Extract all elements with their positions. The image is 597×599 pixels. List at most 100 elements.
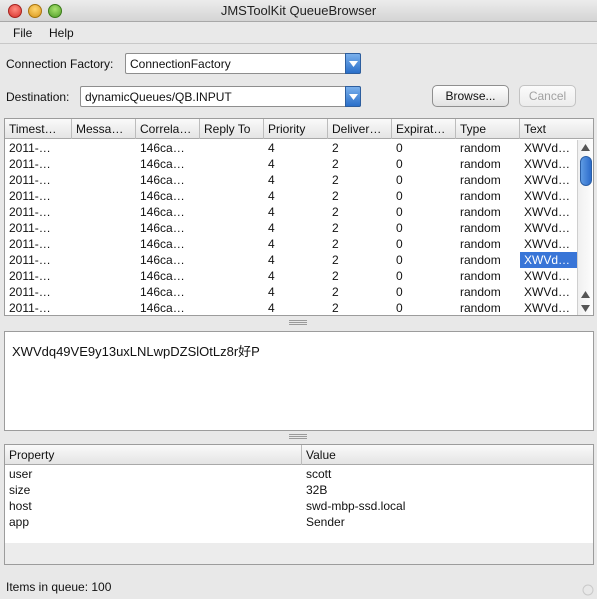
- table-row[interactable]: 2011-… 146ca… 4 2 0 random XWVd…: [5, 268, 577, 284]
- cell-text[interactable]: XWVd…: [520, 236, 577, 252]
- cell-message-id[interactable]: [72, 236, 136, 252]
- cell-type[interactable]: random: [456, 268, 520, 284]
- column-header-expiration[interactable]: Expirat…: [392, 119, 456, 139]
- cell-timestamp[interactable]: 2011-…: [5, 284, 72, 300]
- cell-timestamp[interactable]: 2011-…: [5, 156, 72, 172]
- cell-priority[interactable]: 4: [264, 188, 328, 204]
- column-header-correlation[interactable]: Correla…: [136, 119, 200, 139]
- property-row[interactable]: user scott: [5, 466, 593, 482]
- column-header-type[interactable]: Type: [456, 119, 520, 139]
- cell-priority[interactable]: 4: [264, 140, 328, 156]
- resize-grip-icon[interactable]: [582, 584, 594, 596]
- browse-button[interactable]: Browse...: [432, 85, 509, 107]
- cell-expiration[interactable]: 0: [392, 236, 456, 252]
- cell-correlation[interactable]: 146ca…: [136, 284, 200, 300]
- cell-priority[interactable]: 4: [264, 220, 328, 236]
- cell-delivery[interactable]: 2: [328, 300, 392, 315]
- cell-text[interactable]: XWVd…: [520, 204, 577, 220]
- cell-timestamp[interactable]: 2011-…: [5, 188, 72, 204]
- table-row[interactable]: 2011-… 146ca… 4 2 0 random XWVd…: [5, 300, 577, 315]
- scroll-down-icon[interactable]: [581, 305, 590, 312]
- table-row[interactable]: 2011-… 146ca… 4 2 0 random XWVd…: [5, 172, 577, 188]
- cell-reply-to[interactable]: [200, 268, 264, 284]
- cell-priority[interactable]: 4: [264, 268, 328, 284]
- scroll-up-icon[interactable]: [581, 291, 590, 298]
- column-header-property[interactable]: Property: [5, 445, 302, 465]
- cell-correlation[interactable]: 146ca…: [136, 300, 200, 315]
- column-header-message-id[interactable]: Messa…: [72, 119, 136, 139]
- cell-expiration[interactable]: 0: [392, 204, 456, 220]
- menu-file[interactable]: File: [13, 26, 32, 40]
- column-header-value[interactable]: Value: [302, 445, 593, 465]
- cell-priority[interactable]: 4: [264, 252, 328, 268]
- cell-priority[interactable]: 4: [264, 236, 328, 252]
- cell-delivery[interactable]: 2: [328, 188, 392, 204]
- cell-message-id[interactable]: [72, 204, 136, 220]
- cell-reply-to[interactable]: [200, 188, 264, 204]
- cell-delivery[interactable]: 2: [328, 236, 392, 252]
- split-pane-divider-top[interactable]: [0, 319, 597, 327]
- cell-delivery[interactable]: 2: [328, 268, 392, 284]
- cell-delivery[interactable]: 2: [328, 172, 392, 188]
- cell-type[interactable]: random: [456, 204, 520, 220]
- menu-help[interactable]: Help: [49, 26, 74, 40]
- cell-timestamp[interactable]: 2011-…: [5, 236, 72, 252]
- message-body-panel[interactable]: XWVdq49VE9y13uxLNLwpDZSlOtLz8r好P: [4, 331, 594, 431]
- table-row[interactable]: 2011-… 146ca… 4 2 0 random XWVd…: [5, 220, 577, 236]
- cell-timestamp[interactable]: 2011-…: [5, 140, 72, 156]
- cell-type[interactable]: random: [456, 220, 520, 236]
- cell-message-id[interactable]: [72, 284, 136, 300]
- cell-message-id[interactable]: [72, 252, 136, 268]
- cell-delivery[interactable]: 2: [328, 140, 392, 156]
- cell-timestamp[interactable]: 2011-…: [5, 220, 72, 236]
- cell-type[interactable]: random: [456, 236, 520, 252]
- cell-reply-to[interactable]: [200, 220, 264, 236]
- dropdown-arrow-icon[interactable]: [345, 53, 361, 74]
- cell-text[interactable]: XWVd…: [520, 172, 577, 188]
- cell-priority[interactable]: 4: [264, 204, 328, 220]
- column-header-priority[interactable]: Priority: [264, 119, 328, 139]
- cell-reply-to[interactable]: [200, 140, 264, 156]
- table-row[interactable]: 2011-… 146ca… 4 2 0 random XWVd…: [5, 188, 577, 204]
- cell-priority[interactable]: 4: [264, 156, 328, 172]
- cancel-button[interactable]: Cancel: [519, 85, 576, 107]
- cell-reply-to[interactable]: [200, 252, 264, 268]
- cell-text[interactable]: XWVd…: [520, 300, 577, 315]
- column-header-timestamp[interactable]: Timest…: [5, 119, 72, 139]
- cell-expiration[interactable]: 0: [392, 172, 456, 188]
- cell-type[interactable]: random: [456, 300, 520, 315]
- cell-correlation[interactable]: 146ca…: [136, 252, 200, 268]
- cell-priority[interactable]: 4: [264, 300, 328, 315]
- cell-message-id[interactable]: [72, 156, 136, 172]
- scroll-up-icon[interactable]: [581, 144, 590, 151]
- cell-type[interactable]: random: [456, 140, 520, 156]
- table-row[interactable]: 2011-… 146ca… 4 2 0 random XWVd…: [5, 156, 577, 172]
- cell-delivery[interactable]: 2: [328, 204, 392, 220]
- cell-message-id[interactable]: [72, 268, 136, 284]
- cell-reply-to[interactable]: [200, 204, 264, 220]
- cell-correlation[interactable]: 146ca…: [136, 204, 200, 220]
- cell-text[interactable]: XWVd…: [520, 188, 577, 204]
- cell-text[interactable]: XWVd…: [520, 220, 577, 236]
- messages-scrollbar[interactable]: [577, 140, 593, 315]
- column-header-text[interactable]: Text: [520, 119, 593, 139]
- table-row[interactable]: 2011-… 146ca… 4 2 0 random XWVd…: [5, 284, 577, 300]
- cell-correlation[interactable]: 146ca…: [136, 188, 200, 204]
- cell-text[interactable]: XWVd…: [520, 252, 577, 268]
- cell-expiration[interactable]: 0: [392, 156, 456, 172]
- split-pane-divider-bottom[interactable]: [0, 433, 597, 441]
- cell-timestamp[interactable]: 2011-…: [5, 300, 72, 315]
- cell-correlation[interactable]: 146ca…: [136, 156, 200, 172]
- cell-delivery[interactable]: 2: [328, 284, 392, 300]
- cell-type[interactable]: random: [456, 156, 520, 172]
- cell-delivery[interactable]: 2: [328, 220, 392, 236]
- column-header-reply-to[interactable]: Reply To: [200, 119, 264, 139]
- cell-message-id[interactable]: [72, 188, 136, 204]
- cell-text[interactable]: XWVd…: [520, 156, 577, 172]
- cell-message-id[interactable]: [72, 220, 136, 236]
- cell-reply-to[interactable]: [200, 172, 264, 188]
- table-row[interactable]: 2011-… 146ca… 4 2 0 random XWVd…: [5, 204, 577, 220]
- cell-reply-to[interactable]: [200, 284, 264, 300]
- cell-reply-to[interactable]: [200, 300, 264, 315]
- cell-message-id[interactable]: [72, 172, 136, 188]
